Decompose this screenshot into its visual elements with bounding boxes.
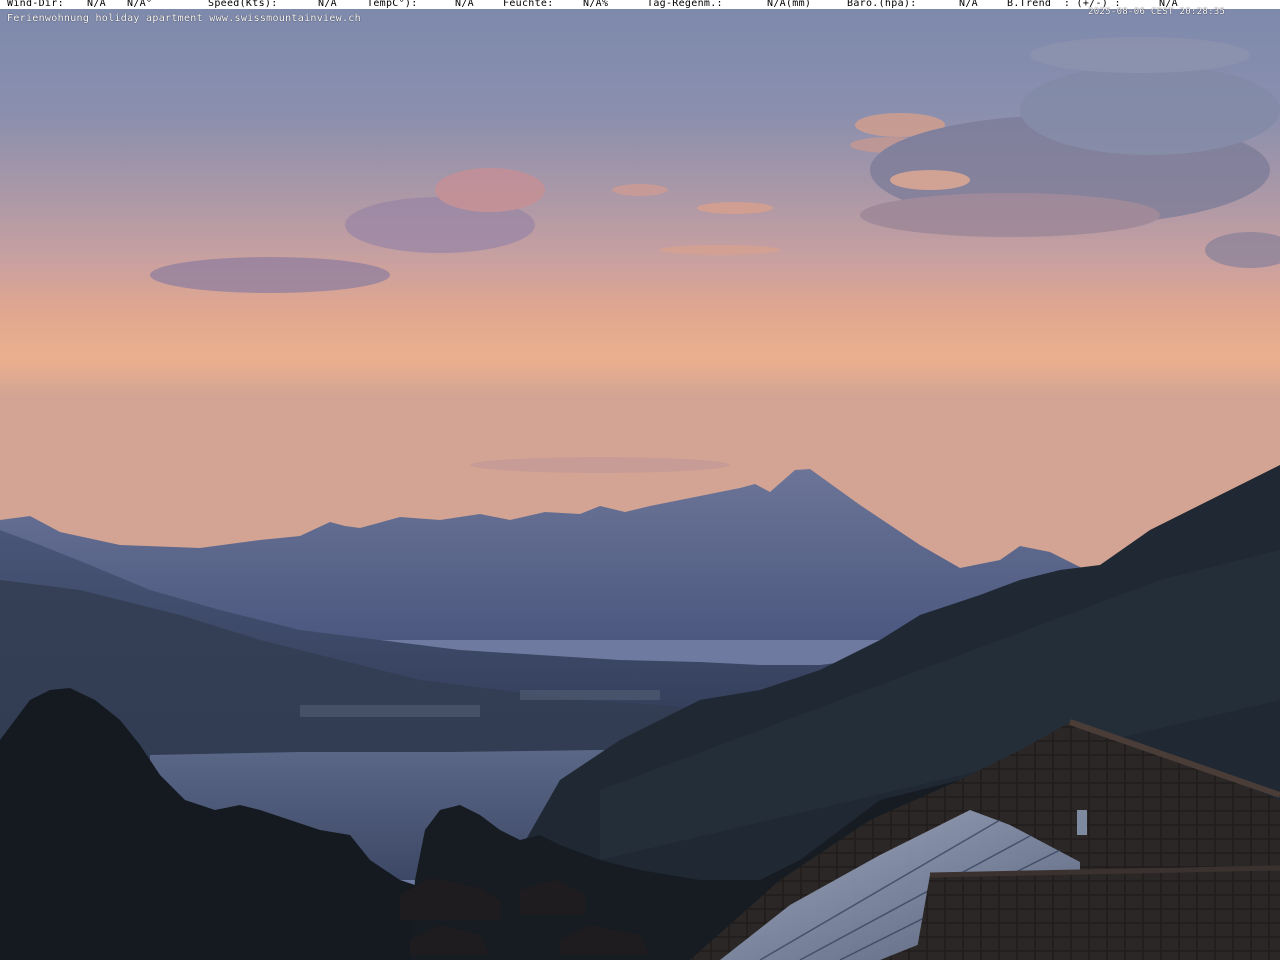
speed-label: Speed(Kts): (208, 0, 278, 9)
feuchte-value: N/A% (583, 0, 609, 9)
timestamp: 2025-08-06 CEST 20:28:35 (1088, 7, 1226, 17)
wind-deg-value: N/A° (127, 0, 153, 9)
baro-value: N/A (959, 0, 978, 9)
feuchte-label: Feuchte: (503, 0, 554, 9)
baro-label: Baro.(hpa): (847, 0, 917, 9)
caption-text: Ferienwohnung holiday apartment www.swis… (7, 13, 361, 24)
rain-label: Tag-Regenm.: (647, 0, 723, 9)
speed-value: N/A (318, 0, 337, 9)
rain-value: N/A(mm) (767, 0, 812, 9)
temp-value: N/A (455, 0, 474, 9)
wind-dir-label: Wind-Dir: (7, 0, 64, 9)
wind-dir-value: N/A (87, 0, 106, 9)
temp-label: TempC°): (367, 0, 418, 9)
webcam-landscape-photo (0, 0, 1280, 960)
